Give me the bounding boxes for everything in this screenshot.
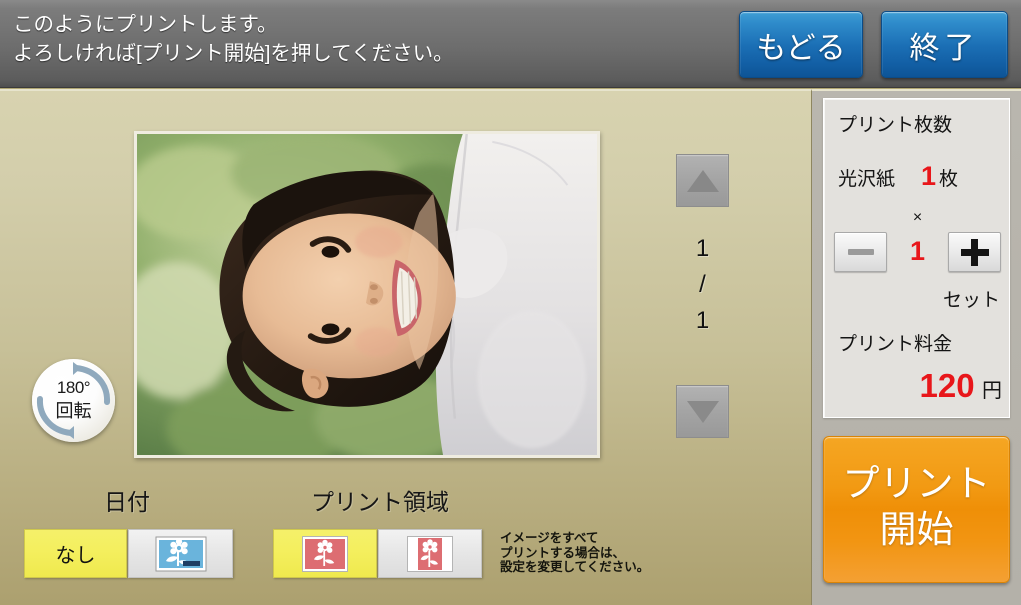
paper-count-value: 1	[921, 161, 937, 191]
page-total: 1	[695, 307, 710, 334]
next-page-button[interactable]	[676, 385, 729, 438]
back-button[interactable]: もどる	[739, 11, 863, 78]
triangle-up-icon	[686, 169, 719, 192]
print-area-fill-button[interactable]	[273, 529, 377, 578]
fee-row: 120 円	[824, 367, 1002, 405]
sidebar: プリント枚数 光沢紙 1 枚 × 1 セット プリント料金 120 円 プリント…	[812, 89, 1021, 605]
set-unit-label: セット	[942, 290, 1000, 311]
paper-count-unit: 枚	[939, 169, 959, 190]
paper-row: 光沢紙 1 枚	[838, 161, 998, 192]
fee-value: 120	[919, 367, 975, 404]
photo-with-date-icon	[155, 536, 206, 571]
hint-line3: 設定を変更してください。	[500, 560, 650, 574]
rotate-arrows-icon	[36, 362, 111, 439]
page-counter: 1 / 1	[676, 231, 729, 339]
date-off-label: なし	[55, 545, 96, 567]
page-current: 1	[695, 235, 710, 262]
print-count-panel: プリント枚数 光沢紙 1 枚 × 1 セット プリント料金 120 円	[823, 98, 1010, 418]
fee-unit: 円	[982, 380, 1002, 402]
print-area-hint: イメージをすべて プリントする場合は、 設定を変更してください。	[500, 531, 649, 575]
increase-set-button[interactable]	[948, 232, 1001, 272]
fee-title: プリント料金	[838, 334, 953, 355]
exit-button[interactable]: 終了	[881, 11, 1008, 78]
rotate-180-button[interactable]: 180° 回転	[32, 359, 115, 442]
flower-landscape-icon	[302, 535, 348, 572]
print-area-group-label: プリント領域	[311, 489, 449, 515]
print-area-fit-button[interactable]	[378, 529, 482, 578]
date-on-button[interactable]	[128, 529, 233, 578]
header-bar: このようにプリントします。よろしければ[プリント開始]を押してください。 もどる…	[0, 0, 1021, 88]
photo-preview-image	[137, 134, 597, 455]
date-group-label: 日付	[104, 489, 150, 515]
header-message-line2: よろしければ[プリント開始]を押してください。	[13, 42, 454, 65]
multiply-symbol: ×	[912, 209, 923, 226]
date-off-button[interactable]: なし	[24, 529, 127, 578]
plus-icon	[960, 238, 989, 266]
print-start-button[interactable]: プリント 開始	[823, 436, 1010, 583]
print-confirmation-screen: このようにプリントします。よろしければ[プリント開始]を押してください。 もどる…	[0, 0, 1021, 605]
photo-illustration	[137, 134, 597, 455]
previous-page-button[interactable]	[676, 154, 729, 207]
triangle-down-icon	[686, 400, 719, 423]
header-message: このようにプリントします。よろしければ[プリント開始]を押してください。	[13, 10, 454, 68]
preview-area: 180° 回転 1 / 1 日付 プリント領域 なし イメージをすべて プリント…	[0, 89, 812, 605]
hint-line1: イメージをすべて	[500, 531, 599, 545]
hint-line2: プリントする場合は、	[500, 545, 626, 560]
photo-preview-frame	[134, 131, 600, 458]
print-count-title: プリント枚数	[838, 115, 953, 136]
header-message-line1: このようにプリントします。	[13, 13, 278, 36]
page-separator: /	[699, 271, 706, 298]
paper-type-label: 光沢紙	[838, 169, 896, 190]
flower-portrait-icon	[407, 535, 453, 572]
